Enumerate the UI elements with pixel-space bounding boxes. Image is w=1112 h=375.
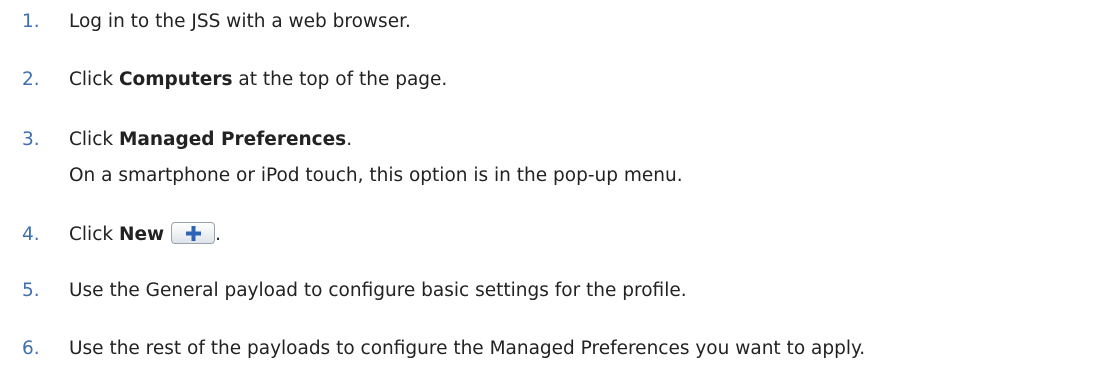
ui-term-managed-preferences: Managed Preferences [118, 129, 347, 150]
step-3-note: On a smartphone or iPod touch, this opti… [69, 165, 683, 186]
step-1: 1. Log in to the JSS with a web browser. [22, 10, 411, 34]
step-number: 5. [22, 280, 40, 301]
step-text-suffix: at the top of the page. [232, 69, 448, 90]
instruction-steps: 1. Log in to the JSS with a web browser. … [0, 0, 1112, 375]
ui-term-computers: Computers [118, 69, 233, 90]
step-3: 3. Click Managed Preferences. [22, 128, 352, 152]
step-text: Use the General payload to configure bas… [69, 280, 687, 301]
step-text-suffix: . [346, 129, 353, 150]
step-text-prefix: Click [69, 224, 119, 245]
new-button-image [171, 222, 216, 244]
step-text: Use the rest of the payloads to configur… [69, 338, 866, 359]
step-number: 1. [22, 11, 40, 32]
step-number: 3. [22, 129, 40, 150]
plus-icon [186, 226, 202, 241]
step-number: 6. [22, 338, 40, 359]
step-4: 4. Click New. [22, 222, 221, 247]
step-text: Log in to the JSS with a web browser. [69, 11, 411, 32]
step-text-suffix: . [215, 224, 221, 245]
step-text-prefix: Click [69, 129, 119, 150]
step-text-prefix: Click [69, 69, 119, 90]
step-number: 2. [22, 69, 40, 90]
step-2: 2. Click Computers at the top of the page… [22, 68, 447, 92]
step-6: 6. Use the rest of the payloads to config… [22, 337, 865, 361]
step-number: 4. [22, 224, 40, 245]
ui-term-new: New [118, 224, 165, 245]
step-5: 5. Use the General payload to configure b… [22, 279, 687, 303]
